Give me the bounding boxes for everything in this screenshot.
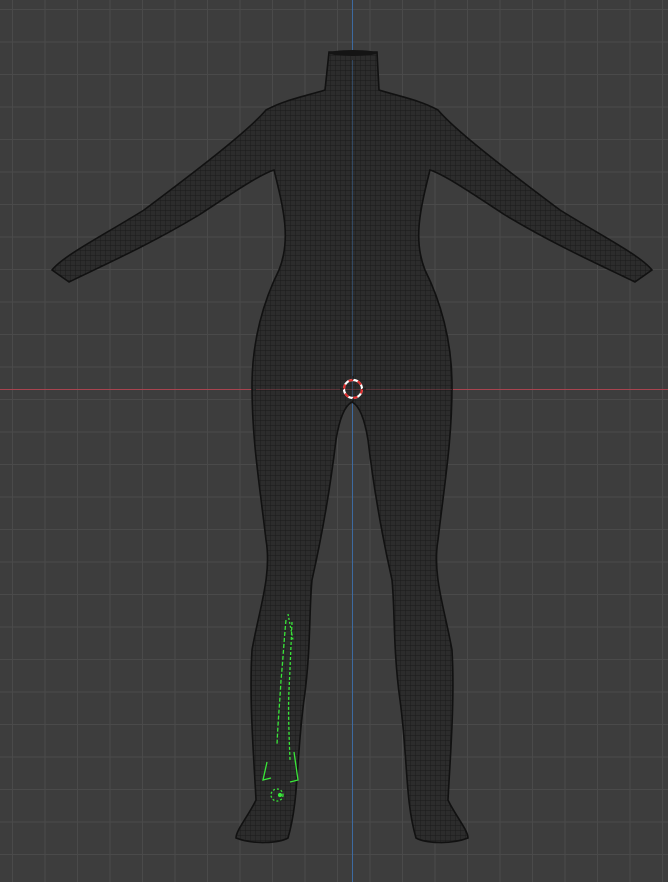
neck-opening <box>329 50 377 56</box>
viewport-canvas[interactable] <box>0 0 668 882</box>
body-mesh[interactable] <box>0 0 668 882</box>
3d-viewport[interactable] <box>0 0 668 882</box>
